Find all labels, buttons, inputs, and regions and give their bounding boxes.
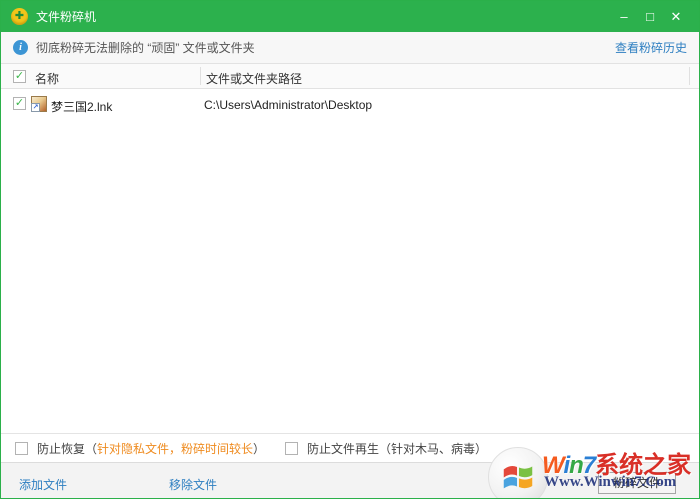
column-divider — [689, 67, 690, 85]
view-shred-history-link[interactable]: 查看粉碎历史 — [615, 39, 687, 56]
column-header-name: 名称 — [35, 72, 60, 86]
option-prevent-regeneration[interactable]: 防止文件再生（针对木马、病毒） — [285, 440, 487, 457]
option-label: 防止文件再生（针对木马、病毒） — [307, 440, 487, 457]
app-plus-icon: ✚ — [14, 10, 25, 22]
window-controls: – □ ✕ — [611, 6, 689, 28]
shortcut-arrow-icon: ↗ — [31, 103, 40, 112]
add-file-button[interactable]: 添加文件 — [19, 476, 67, 493]
file-path: C:\Users\Administrator\Desktop — [204, 98, 373, 112]
info-message: 彻底粉碎无法删除的 “顽固” 文件或文件夹 — [36, 41, 255, 55]
shred-options-row: 防止恢复（针对隐私文件，粉碎时间较长） 防止文件再生（针对木马、病毒） — [1, 433, 699, 462]
option-label-prefix: 防止恢复（ — [37, 441, 98, 456]
app-icon: ✚ — [11, 8, 28, 25]
column-header-path: 文件或文件夹路径 — [206, 72, 303, 86]
table-row[interactable]: ✓ ↗ 梦三国2.lnk C:\Users\Administrator\Desk… — [1, 93, 699, 117]
option-label-suffix: ） — [253, 441, 266, 456]
close-button[interactable]: ✕ — [663, 6, 689, 28]
table-header: ✓ 名称 文件或文件夹路径 — [1, 63, 699, 89]
footer-bar: 添加文件 移除文件 粉碎文件 — [1, 462, 699, 498]
info-icon: i — [13, 40, 28, 55]
shortcut-file-icon: ↗ — [31, 96, 47, 112]
option-label-highlight: 针对隐私文件，粉碎时间较长 — [97, 441, 254, 456]
select-all-checkbox[interactable]: ✓ — [13, 70, 26, 83]
info-bar: i 彻底粉碎无法删除的 “顽固” 文件或文件夹 查看粉碎历史 — [1, 32, 699, 63]
option-label: 防止恢复（针对隐私文件，粉碎时间较长） — [37, 440, 265, 457]
maximize-button[interactable]: □ — [637, 6, 663, 28]
prevent-recovery-checkbox[interactable] — [15, 441, 28, 455]
minimize-button[interactable]: – — [611, 6, 637, 28]
window-title: 文件粉碎机 — [36, 10, 97, 24]
row-checkbox[interactable]: ✓ — [13, 97, 26, 110]
shred-file-button[interactable]: 粉碎文件 — [598, 472, 676, 494]
prevent-regeneration-checkbox[interactable] — [285, 441, 299, 455]
file-name: 梦三国2.lnk — [51, 100, 113, 114]
column-divider — [200, 67, 201, 85]
option-label-prefix: 防止文件再生（针对木马、病毒） — [307, 441, 488, 456]
option-prevent-recovery[interactable]: 防止恢复（针对隐私文件，粉碎时间较长） — [15, 440, 265, 457]
remove-file-button[interactable]: 移除文件 — [169, 476, 217, 493]
title-bar: ✚ 文件粉碎机 – □ ✕ — [1, 1, 699, 32]
file-shredder-window: ✚ 文件粉碎机 – □ ✕ i 彻底粉碎无法删除的 “顽固” 文件或文件夹 查看… — [0, 0, 700, 499]
